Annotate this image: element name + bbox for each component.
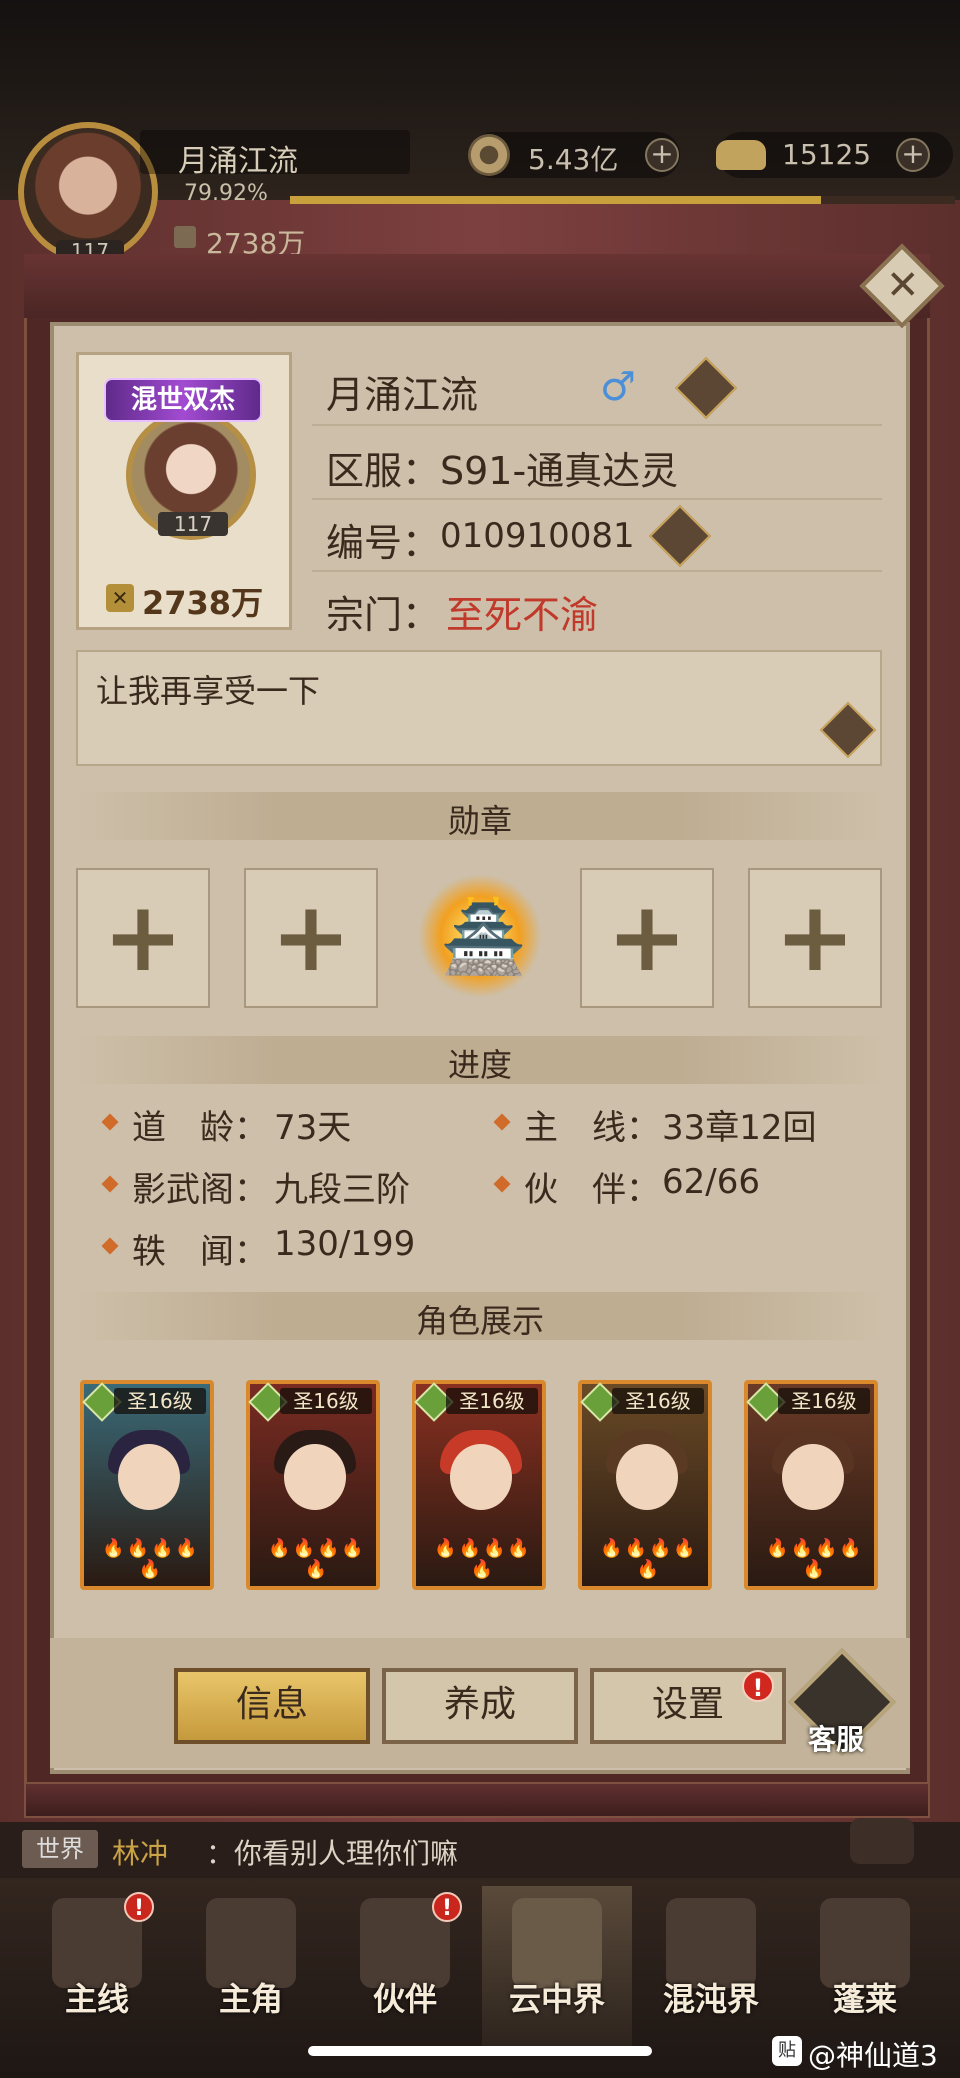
hero-face: [782, 1444, 844, 1510]
hero-card[interactable]: 圣16级 🔥🔥🔥🔥🔥: [412, 1380, 546, 1590]
home-indicator[interactable]: [308, 2046, 652, 2056]
chat-channel-tag: 世界: [22, 1830, 98, 1868]
shadow-value: 九段三阶: [274, 1170, 410, 1210]
partner-value: 62/66: [662, 1162, 760, 1202]
divider: [312, 424, 882, 426]
main-value: 33章12回: [662, 1108, 817, 1148]
server-label: 区服：: [326, 449, 441, 493]
server-value: S91-通真达灵: [440, 449, 679, 493]
shadow-label: 影武阁：: [132, 1170, 268, 1210]
hero-face: [284, 1444, 346, 1510]
nav-item-hero[interactable]: 主角: [176, 1974, 326, 2020]
coin-amount: 5.43亿: [528, 143, 619, 176]
rumor-label: 轶 闻：: [132, 1232, 268, 1272]
hero-card[interactable]: 圣16级 🔥🔥🔥🔥🔥: [744, 1380, 878, 1590]
tab-cultivate[interactable]: 养成: [382, 1668, 578, 1744]
medal-slot-2[interactable]: +: [244, 868, 378, 1008]
hero-stars: 🔥🔥🔥🔥🔥: [102, 1538, 200, 1580]
nav-item-mainline[interactable]: 主线: [22, 1974, 172, 2020]
hero-face: [118, 1444, 180, 1510]
coin-icon: [468, 134, 510, 176]
add-gold-button[interactable]: +: [896, 138, 930, 172]
add-medal-icon: +: [102, 881, 184, 993]
gold-amount: 15125: [782, 138, 872, 171]
exp-percent: 79.92%: [184, 181, 268, 206]
progress-title: 进度: [447, 1046, 512, 1084]
age-label: 道 龄：: [132, 1108, 268, 1148]
hero-stars: 🔥🔥🔥🔥🔥: [600, 1538, 698, 1580]
signature-text: 让我再享受一下: [96, 672, 321, 710]
chat-message: ：你看别人理你们嘛: [206, 1837, 459, 1870]
hero-rank: 圣16级: [778, 1388, 870, 1414]
id-label: 编号：: [326, 521, 441, 565]
nav-item-partner[interactable]: 伙伴: [330, 1974, 480, 2020]
age-value: 73天: [274, 1108, 352, 1148]
portrait-level: 117: [158, 512, 228, 536]
customer-service-label[interactable]: 客服: [808, 1718, 864, 1758]
power-icon: ✕: [106, 584, 134, 612]
add-medal-icon: +: [606, 881, 688, 993]
medal-slot-4[interactable]: +: [580, 868, 714, 1008]
exp-bar-fill: [290, 196, 822, 204]
nav-item-penglai[interactable]: 蓬莱: [790, 1974, 940, 2020]
add-medal-icon: +: [774, 881, 856, 993]
hero-rank: 圣16级: [114, 1388, 206, 1414]
watermark: @神仙道3吧: [808, 2039, 938, 2072]
tab-info[interactable]: 信息: [174, 1668, 370, 1744]
add-coin-button[interactable]: +: [645, 138, 679, 172]
hero-rank: 圣16级: [446, 1388, 538, 1414]
ingot-icon: [716, 140, 766, 170]
alert-badge: !: [124, 1892, 154, 1922]
player-name: 月涌江流: [178, 144, 298, 179]
close-icon: ✕: [885, 262, 920, 309]
hero-stars: 🔥🔥🔥🔥🔥: [766, 1538, 864, 1580]
sect-label: 宗门：: [326, 593, 441, 637]
showcase-title: 角色展示: [415, 1302, 544, 1340]
alert-badge: !: [742, 1670, 774, 1702]
medals-title: 勋章: [447, 802, 512, 840]
rumor-value: 130/199: [274, 1224, 416, 1264]
hero-rank: 圣16级: [280, 1388, 372, 1414]
add-medal-icon: +: [270, 881, 352, 993]
chat-username[interactable]: 林冲: [112, 1832, 168, 1872]
hero-face: [450, 1444, 512, 1510]
panel-header: [24, 254, 930, 318]
hero-card[interactable]: 圣16级 🔥🔥🔥🔥🔥: [80, 1380, 214, 1590]
portrait-power: 2738万: [142, 584, 264, 622]
nav-item-chaos-realm[interactable]: 混沌界: [636, 1974, 786, 2020]
panel-footer: [24, 1782, 930, 1818]
alert-badge: !: [432, 1892, 462, 1922]
title-badge[interactable]: 混世双杰: [104, 378, 262, 422]
nav-item-cloud-realm[interactable]: 云中界: [482, 1974, 632, 2020]
hero-card[interactable]: 圣16级 🔥🔥🔥🔥🔥: [578, 1380, 712, 1590]
profile-name: 月涌江流: [326, 373, 479, 417]
divider: [312, 498, 882, 500]
hero-stars: 🔥🔥🔥🔥🔥: [434, 1538, 532, 1580]
id-value: 010910081: [440, 516, 635, 556]
medal-slot-5[interactable]: +: [748, 868, 882, 1008]
hero-face: [616, 1444, 678, 1510]
chat-bubble-icon[interactable]: [850, 1818, 914, 1864]
hero-card[interactable]: 圣16级 🔥🔥🔥🔥🔥: [246, 1380, 380, 1590]
medal-slot-1[interactable]: +: [76, 868, 210, 1008]
divider: [312, 570, 882, 572]
partner-label: 伙 伴：: [524, 1170, 660, 1210]
watermark-logo: 贴: [772, 2036, 802, 2066]
sect-value[interactable]: 至死不渝: [446, 584, 598, 639]
power-icon: [174, 226, 196, 248]
hero-stars: 🔥🔥🔥🔥🔥: [268, 1538, 366, 1580]
hero-rank: 圣16级: [612, 1388, 704, 1414]
male-gender-icon: ♂: [600, 364, 636, 410]
main-label: 主 线：: [524, 1108, 660, 1148]
pagoda-icon: 🏯: [440, 896, 528, 978]
